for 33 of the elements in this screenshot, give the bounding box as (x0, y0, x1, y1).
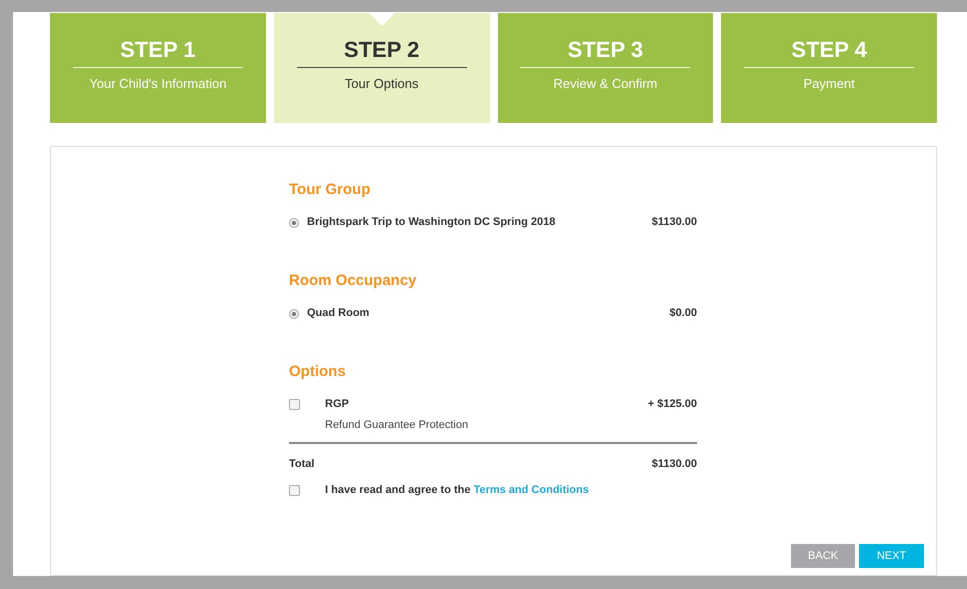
checkbox[interactable] (289, 399, 300, 410)
radio-button[interactable] (289, 218, 299, 228)
option-description: Refund Guarantee Protection (325, 419, 470, 431)
total-value: $1130.00 (652, 458, 697, 470)
next-button[interactable]: NEXT (859, 544, 924, 568)
step-tab[interactable]: STEP 3 Review & Confirm (498, 13, 714, 123)
section-heading: Tour Group (289, 181, 372, 198)
step-title: STEP 4 (744, 37, 914, 68)
step-label: Tour Options (344, 76, 418, 91)
option-price: + $125.00 (648, 398, 697, 410)
checkbox[interactable] (289, 485, 300, 496)
step-title: STEP 1 (72, 37, 243, 68)
option-price: $1130.00 (652, 216, 697, 228)
section-heading: Room Occupancy (289, 272, 418, 289)
step-title: STEP 2 (296, 37, 467, 68)
step-tab[interactable]: STEP 1 Your Child's Information (50, 13, 266, 123)
step-tab[interactable]: STEP 4 Payment (721, 13, 937, 123)
option-label: RGP (325, 398, 350, 410)
option-label: Quad Room (307, 307, 370, 319)
step-tab[interactable]: STEP 2 Tour Options (274, 13, 490, 123)
back-button[interactable]: BACK (791, 544, 855, 568)
total-label: Total (289, 458, 316, 470)
terms-link[interactable]: Terms and Conditions (474, 484, 589, 496)
option-label: Brightspark Trip to Washington DC Spring 2018 (307, 216, 556, 228)
step-title: STEP 3 (520, 37, 690, 68)
option-price: $0.00 (669, 307, 697, 319)
agreement-text: I have read and agree to the Terms and Conditions (325, 484, 590, 496)
step-label: Payment (803, 76, 855, 91)
pointer-notch-icon (368, 13, 395, 26)
step-label: Your Child's Information (89, 76, 226, 91)
step-label: Review & Confirm (553, 76, 658, 91)
section-heading: Options (289, 363, 347, 380)
radio-button[interactable] (289, 309, 299, 319)
